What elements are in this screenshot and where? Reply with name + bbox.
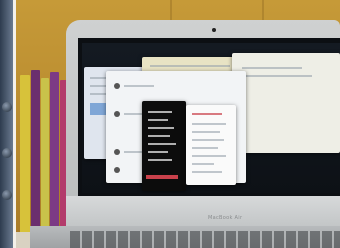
text-line <box>242 75 312 77</box>
inset-dial <box>2 148 12 158</box>
inset-dial <box>2 190 12 200</box>
photo: MacBook Air <box>0 0 340 248</box>
avatar-icon <box>114 83 120 89</box>
text-line <box>242 67 302 69</box>
avatar-icon <box>114 149 120 155</box>
menu-item <box>148 151 168 153</box>
laptop-brand-label: MacBook Air <box>208 215 243 221</box>
submenu-item <box>192 139 224 141</box>
laptop-screen <box>82 43 340 193</box>
submenu-item <box>192 147 218 149</box>
submenu-item <box>192 163 214 165</box>
camera-icon <box>212 28 216 32</box>
submenu-heading <box>192 113 222 115</box>
text-line <box>124 85 154 87</box>
window-right <box>232 53 340 153</box>
text-line <box>150 65 230 67</box>
menu-item <box>148 127 174 129</box>
menu-item <box>148 143 176 145</box>
laptop-chin <box>66 196 340 226</box>
menu-item <box>148 135 170 137</box>
menu-item <box>148 111 172 113</box>
menu-item <box>148 119 168 121</box>
menu-item-highlight <box>146 175 178 179</box>
selected-row <box>90 103 106 115</box>
keyboard-keys <box>70 231 340 248</box>
avatar-icon <box>114 167 120 173</box>
book <box>41 78 49 235</box>
white-submenu-panel <box>186 105 236 185</box>
book <box>20 75 30 235</box>
book <box>50 72 59 235</box>
avatar-icon <box>114 111 120 117</box>
submenu-item <box>192 171 222 173</box>
submenu-item <box>192 131 220 133</box>
left-inset-image <box>0 0 16 248</box>
submenu-item <box>192 155 226 157</box>
menu-item <box>148 159 172 161</box>
inset-dial <box>2 102 12 112</box>
dark-menu-panel <box>142 101 186 191</box>
submenu-item <box>192 123 226 125</box>
book <box>31 70 40 235</box>
